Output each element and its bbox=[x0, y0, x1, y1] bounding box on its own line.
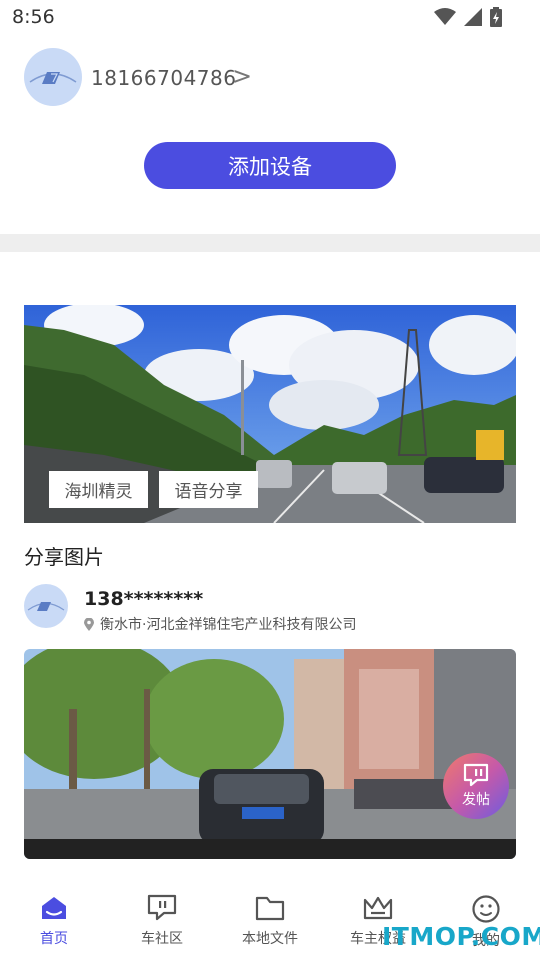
post-username[interactable]: 138******** bbox=[84, 588, 203, 610]
nav-label: 车社区 bbox=[141, 931, 183, 947]
signal-icon bbox=[464, 8, 482, 26]
section-divider bbox=[0, 234, 540, 252]
banner-tag: 海圳精灵 bbox=[49, 471, 148, 508]
device-logo-icon bbox=[29, 72, 77, 84]
section-title: 分享图片 bbox=[24, 545, 104, 569]
status-time: 8:56 bbox=[12, 6, 55, 28]
nav-label: 首页 bbox=[40, 931, 68, 947]
banner-tag: 语音分享 bbox=[159, 471, 258, 508]
nav-community[interactable]: 车社区 bbox=[108, 880, 216, 960]
post-location: 衡水市·河北金祥锦住宅产业科技有限公司 bbox=[84, 614, 356, 634]
add-device-button[interactable]: 添加设备 bbox=[144, 142, 396, 189]
crown-icon bbox=[363, 896, 393, 920]
nav-local-files[interactable]: 本地文件 bbox=[216, 880, 324, 960]
wifi-icon bbox=[434, 8, 456, 25]
nav-home[interactable]: 首页 bbox=[0, 880, 108, 960]
avatar[interactable] bbox=[24, 48, 82, 106]
device-logo-icon bbox=[27, 602, 65, 611]
post-photo bbox=[24, 649, 516, 859]
phone-number[interactable]: 18166704786 bbox=[91, 66, 236, 90]
watermark: ITMOP.COM bbox=[382, 922, 540, 951]
banner-image[interactable]: 海圳精灵 语音分享 bbox=[24, 305, 516, 523]
battery-icon bbox=[490, 7, 502, 27]
folder-icon bbox=[255, 896, 285, 921]
post-image[interactable] bbox=[24, 649, 516, 859]
nav-label: 本地文件 bbox=[242, 931, 298, 947]
chat-bubble-icon bbox=[463, 763, 489, 787]
home-icon bbox=[42, 897, 66, 919]
status-icons bbox=[434, 7, 502, 27]
chevron-right-icon[interactable]: > bbox=[232, 62, 252, 90]
community-icon bbox=[147, 894, 177, 921]
location-text: 衡水市·河北金祥锦住宅产业科技有限公司 bbox=[100, 617, 357, 633]
profile-icon bbox=[472, 895, 500, 923]
new-post-button[interactable]: 发帖 bbox=[443, 753, 509, 819]
location-pin-icon bbox=[84, 617, 94, 631]
post-avatar[interactable] bbox=[24, 584, 68, 628]
new-post-label: 发帖 bbox=[462, 792, 490, 808]
